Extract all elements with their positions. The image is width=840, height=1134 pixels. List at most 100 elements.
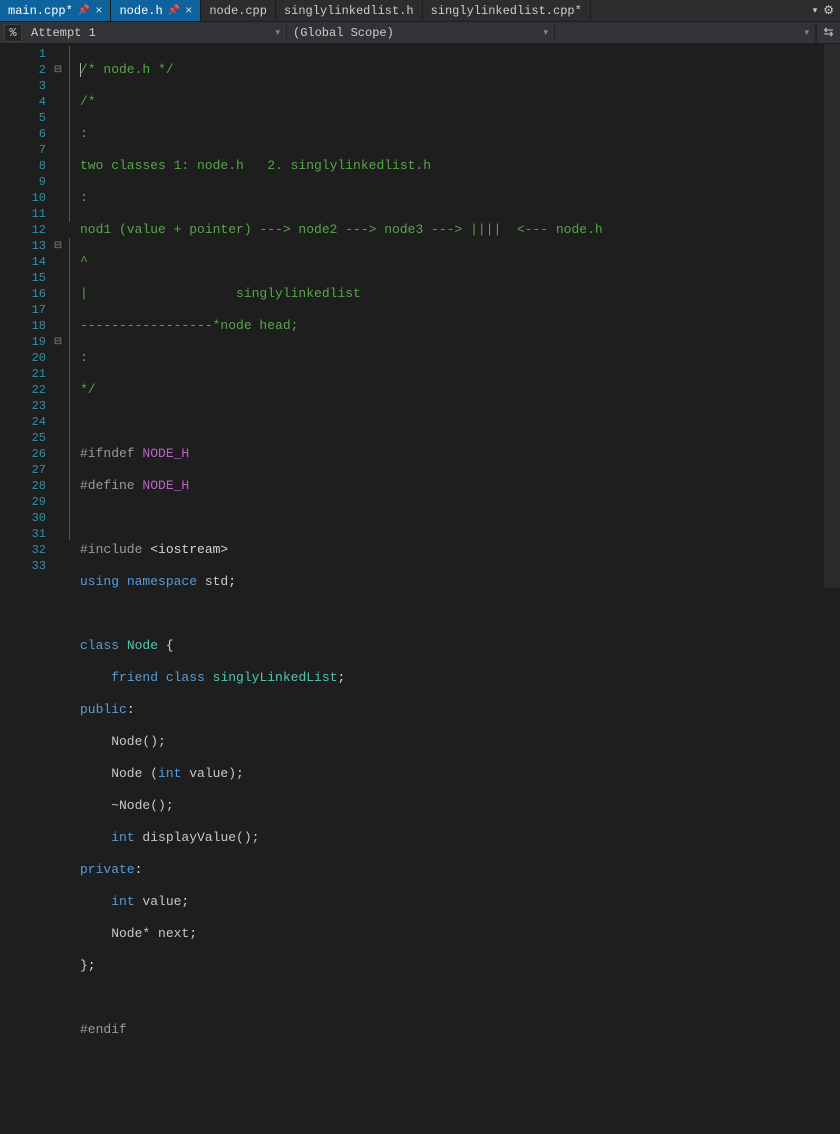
code-line: -----------------*node head;: [80, 318, 298, 333]
tab-bar-controls: ▾ ⚙: [807, 0, 840, 21]
tab-bar-fill: [591, 0, 807, 21]
line-number: 28: [16, 479, 52, 493]
gutter-line: 14: [0, 254, 64, 270]
vertical-scrollbar[interactable]: [824, 44, 840, 588]
code-token: [80, 670, 111, 685]
context-icon[interactable]: %: [4, 24, 22, 42]
code-token: };: [80, 958, 96, 973]
gutter-line: 7: [0, 142, 64, 158]
tab-label: main.cpp*: [8, 4, 73, 18]
tab-label: node.cpp: [209, 4, 267, 18]
code-token: #include: [80, 542, 150, 557]
dropdown-icon: ▾: [804, 28, 809, 38]
gutter-line: 31: [0, 526, 64, 542]
gutter-line: 5: [0, 110, 64, 126]
tab-singlylinkedlist-h[interactable]: singlylinkedlist.h: [276, 0, 423, 21]
code-token: Node: [119, 638, 158, 653]
pin-icon[interactable]: 📌: [78, 5, 90, 17]
splitter-icon: ⇆: [823, 25, 833, 40]
gutter-line: 25: [0, 430, 64, 446]
code-token: #ifndef: [80, 446, 142, 461]
code-token: ~Node();: [80, 798, 174, 813]
gutter-line: 16: [0, 286, 64, 302]
gear-icon[interactable]: ⚙: [823, 3, 834, 18]
code-token: Node (: [80, 766, 158, 781]
code-token: singlyLinkedList: [205, 670, 338, 685]
scope-project-label: Attempt 1: [31, 26, 96, 40]
gutter-line: 22: [0, 382, 64, 398]
gutter-line: 1: [0, 46, 64, 62]
gutter-line: 27: [0, 462, 64, 478]
line-number: 5: [16, 111, 52, 125]
code-token: int: [111, 894, 134, 909]
code-token: #endif: [80, 1022, 127, 1037]
scope-project-dropdown[interactable]: Attempt 1 ▾: [25, 22, 287, 43]
code-token: int: [158, 766, 181, 781]
line-number: 25: [16, 431, 52, 445]
line-number: 3: [16, 79, 52, 93]
code-token: public: [80, 702, 127, 717]
line-number: 11: [16, 207, 52, 221]
code-line: /*: [80, 94, 96, 109]
code-editor: 12⊟345678910111213⊟141516171819⊟20212223…: [0, 44, 840, 588]
line-number: 6: [16, 127, 52, 141]
gutter-line: 18: [0, 318, 64, 334]
line-number: 14: [16, 255, 52, 269]
fold-toggle[interactable]: ⊟: [52, 64, 64, 76]
pin-icon[interactable]: 📌: [168, 5, 180, 17]
gutter-line: 30: [0, 510, 64, 526]
gutter-line: 32: [0, 542, 64, 558]
tab-node-cpp[interactable]: node.cpp: [201, 0, 276, 21]
scope-member-dropdown[interactable]: ▾: [555, 22, 816, 43]
line-number: 23: [16, 399, 52, 413]
outline-column: [64, 44, 78, 588]
code-token: std: [197, 574, 228, 589]
dropdown-icon: ▾: [543, 28, 548, 38]
code-token: #define: [80, 478, 142, 493]
dropdown-icon[interactable]: ▾: [813, 6, 818, 16]
line-number: 26: [16, 447, 52, 461]
code-line: :: [80, 190, 88, 205]
gutter-line: 11: [0, 206, 64, 222]
line-number: 24: [16, 415, 52, 429]
code-line: nod1 (value + pointer) ---> node2 ---> n…: [80, 222, 603, 237]
scope-global-label: (Global Scope): [293, 26, 394, 40]
tab-node-h[interactable]: node.h 📌 ×: [111, 0, 201, 21]
gutter-line: 23: [0, 398, 64, 414]
line-number: 18: [16, 319, 52, 333]
line-number: 20: [16, 351, 52, 365]
code-token: displayValue();: [135, 830, 260, 845]
code-token: <iostream>: [150, 542, 228, 557]
close-icon[interactable]: ×: [185, 4, 192, 18]
gutter-line: 9: [0, 174, 64, 190]
gutter-line: 8: [0, 158, 64, 174]
close-icon[interactable]: ×: [95, 4, 102, 18]
tab-singlylinkedlist-cpp[interactable]: singlylinkedlist.cpp*: [423, 0, 591, 21]
code-token: Node* next;: [80, 926, 197, 941]
tab-label: node.h: [119, 4, 162, 18]
code-token: value);: [181, 766, 243, 781]
line-number: 22: [16, 383, 52, 397]
line-number: 17: [16, 303, 52, 317]
scope-global-dropdown[interactable]: (Global Scope) ▾: [287, 22, 555, 43]
fold-toggle[interactable]: ⊟: [52, 336, 64, 348]
gutter-line: 33: [0, 558, 64, 574]
code-token: :: [127, 702, 135, 717]
line-number: 4: [16, 95, 52, 109]
code-area[interactable]: /* node.h */ /* : two classes 1: node.h …: [78, 44, 824, 588]
code-line: /* node.h */: [80, 62, 174, 77]
line-number: 13: [16, 239, 52, 253]
gutter-line: 3: [0, 78, 64, 94]
code-token: namespace: [119, 574, 197, 589]
line-number: 19: [16, 335, 52, 349]
split-view-button[interactable]: ⇆: [816, 22, 840, 43]
code-token: private: [80, 862, 135, 877]
gutter-line: 20: [0, 350, 64, 366]
fold-toggle[interactable]: ⊟: [52, 240, 64, 252]
code-line: */: [80, 382, 96, 397]
gutter-line: 10: [0, 190, 64, 206]
code-token: friend: [111, 670, 158, 685]
code-token: NODE_H: [142, 478, 189, 493]
line-number: 7: [16, 143, 52, 157]
tab-main-cpp[interactable]: main.cpp* 📌 ×: [0, 0, 111, 21]
